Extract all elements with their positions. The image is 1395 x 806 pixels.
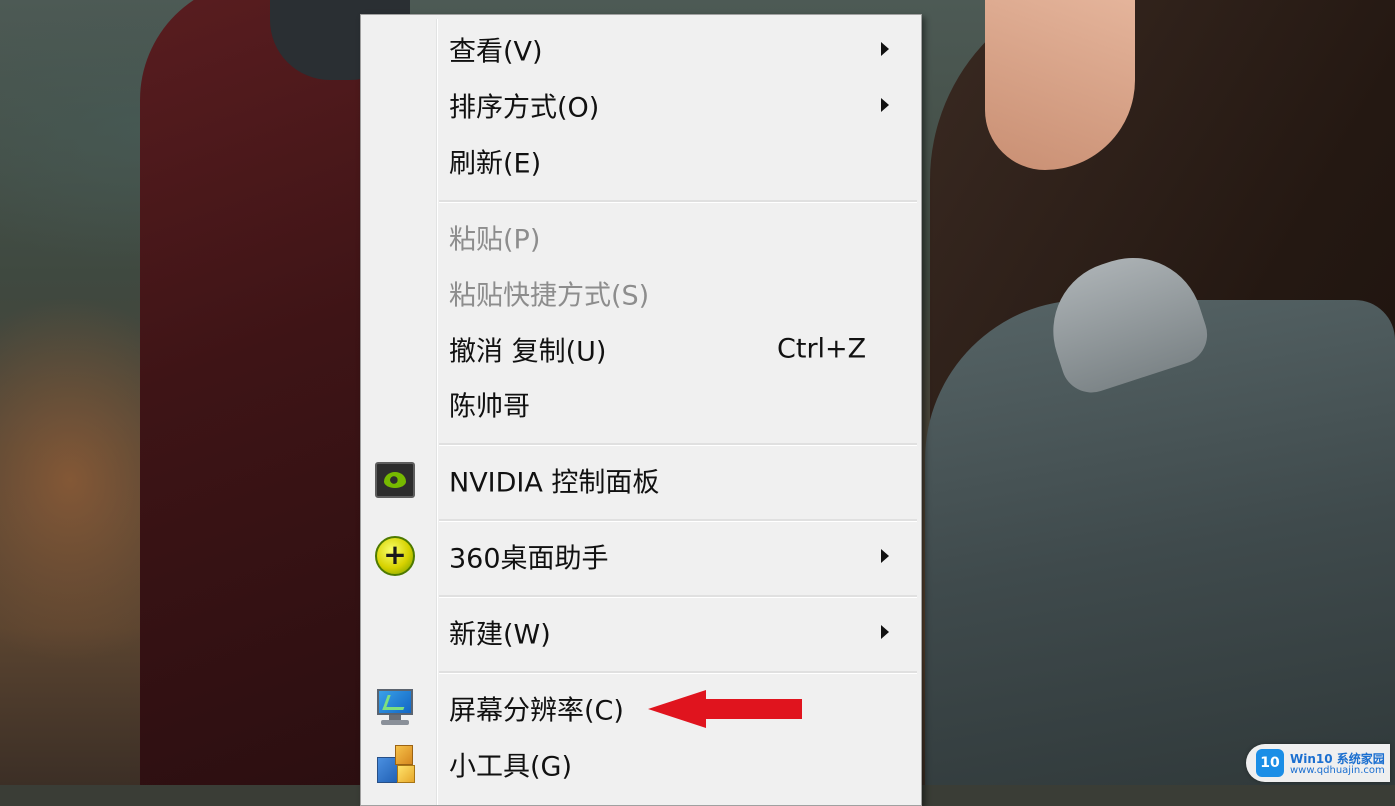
menu-item-label: 360桌面助手 xyxy=(449,543,609,575)
menu-item-label: 屏幕分辨率(C) xyxy=(449,695,624,727)
menu-item-label: 撤消 复制(U) xyxy=(449,336,607,368)
menu-item-paste: 粘贴(P) xyxy=(361,211,921,263)
menu-separator xyxy=(439,671,917,674)
menu-item-label: 陈帅哥 xyxy=(449,391,530,423)
submenu-arrow-icon xyxy=(881,625,889,639)
menu-item-gadgets[interactable]: 小工具(G) xyxy=(361,738,921,790)
menu-item-new[interactable]: 新建(W) xyxy=(361,606,921,658)
display-icon xyxy=(375,689,415,727)
menu-item-label: 排序方式(O) xyxy=(449,92,600,124)
menu-item-360-desktop[interactable]: 360桌面助手 xyxy=(361,530,921,582)
watermark-url: www.qdhuajin.com xyxy=(1290,765,1385,776)
menu-item-label: NVIDIA 控制面板 xyxy=(449,467,660,499)
menu-item-label: 新建(W) xyxy=(449,619,551,651)
desktop-context-menu: 查看(V) 排序方式(O) 刷新(E) 粘贴(P) 粘贴快捷方式(S) 撤消 复… xyxy=(360,14,922,806)
wallpaper-person-right xyxy=(925,300,1395,785)
submenu-arrow-icon xyxy=(881,549,889,563)
menu-separator xyxy=(439,519,917,522)
menu-item-nvidia-control-panel[interactable]: NVIDIA 控制面板 xyxy=(361,454,921,506)
red-arrow-icon xyxy=(648,690,802,728)
menu-separator xyxy=(439,595,917,598)
menu-item-view[interactable]: 查看(V) xyxy=(361,23,921,75)
nvidia-icon xyxy=(375,462,415,498)
gadgets-icon xyxy=(375,745,415,783)
watermark-logo: 10 xyxy=(1256,749,1284,777)
menu-item-sort-by[interactable]: 排序方式(O) xyxy=(361,79,921,131)
menu-item-custom[interactable]: 陈帅哥 xyxy=(361,378,921,430)
menu-item-label: 查看(V) xyxy=(449,36,543,68)
menu-item-undo-copy[interactable]: 撤消 复制(U) Ctrl+Z xyxy=(361,323,921,375)
menu-item-label: 小工具(G) xyxy=(449,751,572,783)
menu-separator xyxy=(439,200,917,203)
menu-item-label: 粘贴(P) xyxy=(449,224,541,256)
360-desktop-icon xyxy=(375,536,415,576)
menu-separator xyxy=(439,443,917,446)
submenu-arrow-icon xyxy=(881,98,889,112)
submenu-arrow-icon xyxy=(881,42,889,56)
site-watermark: 10 Win10 系统家园 www.qdhuajin.com xyxy=(1246,744,1390,782)
menu-item-refresh[interactable]: 刷新(E) xyxy=(361,135,921,187)
menu-item-screen-resolution[interactable]: 屏幕分辨率(C) xyxy=(361,682,921,734)
menu-item-shortcut: Ctrl+Z xyxy=(777,333,867,365)
menu-item-label: 粘贴快捷方式(S) xyxy=(449,280,650,312)
menu-item-label: 刷新(E) xyxy=(449,148,542,180)
menu-item-paste-shortcut: 粘贴快捷方式(S) xyxy=(361,267,921,319)
